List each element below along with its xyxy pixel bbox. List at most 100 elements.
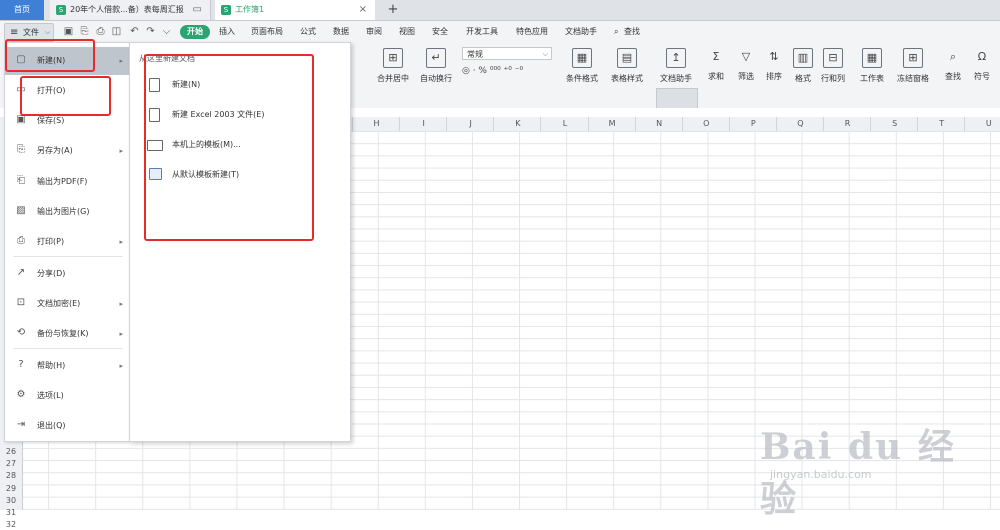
row-header-28[interactable]: 28 [0,470,22,481]
file-menu-item-label: 另存为(A) [37,146,73,155]
row-header-32[interactable]: 32 [0,519,22,530]
file-menu-item-11[interactable]: ⚙ 选项(L) [5,382,129,410]
row-header-29[interactable]: 29 [0,483,22,494]
chevron-right-icon: ▸ [119,57,123,65]
undo-icon[interactable]: ↶ [128,25,141,38]
sort-icon: ⇅ [769,50,779,63]
column-header-p[interactable]: P [728,117,777,131]
row-col-icon: ⊟ [823,48,843,68]
wrap-text-button[interactable]: ↵ 自动换行 [416,48,456,84]
file-menu-item-label: 选项(L) [37,391,64,400]
tab-developer[interactable]: 开发工具 [466,25,498,39]
symbol-button[interactable]: Ω 符号 [962,48,1000,82]
omega-icon: Ω [977,50,987,63]
tab-formula[interactable]: 公式 [300,25,316,39]
format-icon: ▥ [793,48,813,68]
tab-special-apps[interactable]: 特色应用 [516,25,548,39]
file-menu-item-9[interactable]: ⟲ 备份与恢复(K) ▸ [5,320,129,348]
tab-speech-bubble-icon[interactable]: ▭ [193,0,202,20]
doc-helper-icon: ↥ [666,48,686,68]
share-icon: ↗ [16,267,26,278]
column-header-n[interactable]: N [634,117,683,131]
column-header-h[interactable]: H [352,117,400,131]
merge-center-button[interactable]: ⊞ 合并居中 [373,48,413,84]
freeze-panes-label: 冻结窗格 [897,74,929,83]
file-menu-item-10[interactable]: ? 帮助(H) ▸ [5,352,129,380]
annotation-box-new [5,39,95,72]
column-header-i[interactable]: I [399,117,447,131]
file-menu-item-5[interactable]: ▨ 输出为图片(G) [5,198,129,226]
number-format-value: 常规 [467,50,483,59]
column-header-t[interactable]: T [917,117,965,131]
menu-divider [13,348,123,349]
tab-find[interactable]: 查找 [624,25,640,39]
file-menu-item-12[interactable]: ⇥ 退出(Q) [5,412,129,440]
table-style-button[interactable]: ▤ 表格样式 [607,48,647,84]
close-icon[interactable]: × [359,0,367,20]
number-format-select[interactable]: 常规 ⌵ [462,47,552,60]
tab-view[interactable]: 视图 [399,25,415,39]
file-menu-item-label: 输出为图片(G) [37,207,90,216]
wrap-text-label: 自动换行 [420,74,452,83]
exit-icon: ⇥ [16,419,26,430]
table-style-label: 表格样式 [611,74,643,83]
row-header-31[interactable]: 31 [0,507,22,518]
column-header-o[interactable]: O [681,117,730,131]
tab-workbook-label: 工作簿1 [235,5,265,14]
chevron-right-icon: ▸ [119,238,123,246]
file-menu-item-label: 分享(D) [37,269,66,278]
watermark-url: jingyan.baidu.com [770,468,872,481]
worksheet-label: 工作表 [860,74,884,83]
tab-review[interactable]: 审阅 [366,25,382,39]
number-format-buttons[interactable]: ◎ · % ⁰⁰⁰ ⁺⁰ ⁻⁰ [462,66,523,76]
tab-workbook[interactable]: S 工作簿1 × [215,0,375,20]
file-menu-item-4[interactable]: ⎗ 输出为PDF(F) [5,168,129,196]
conditional-format-button[interactable]: ▦ 条件格式 [562,48,602,84]
tab-security[interactable]: 安全 [432,25,448,39]
row-header-27[interactable]: 27 [0,458,22,469]
tab-start[interactable]: 开始 [180,25,210,39]
redo-icon[interactable]: ↷ [144,25,157,38]
save-as-icon: ⎘ [17,144,25,155]
menu-bar: ≡ 文件 ⌵ ▣ ⎘ ⎙ ◫ ↶ ↷ ⌵ 开始 插入 页面布局 公式 数据 审阅… [0,21,1000,42]
conditional-format-icon: ▦ [572,48,592,68]
freeze-panes-button[interactable]: ⊞ 冻结窗格 [893,48,933,84]
row-header-26[interactable]: 26 [0,446,22,457]
tab-insert[interactable]: 插入 [219,25,235,39]
row-col-button[interactable]: ⊟ 行和列 [813,48,853,84]
column-header-s[interactable]: S [870,117,918,131]
file-menu-item-label: 备份与恢复(K) [37,329,89,338]
backup-icon: ⟲ [16,327,26,338]
file-menu-item-8[interactable]: ⊡ 文档加密(E) ▸ [5,290,129,318]
tab-data[interactable]: 数据 [333,25,349,39]
search-icon[interactable]: ⌕ [614,25,618,39]
tab-document-1[interactable]: S 20年个人借款...备）表每周汇报 ▭ [50,0,211,20]
file-menu-item-6[interactable]: ⎙ 打印(P) ▸ [5,228,129,256]
pdf-icon: ⎗ [17,175,25,186]
column-header-l[interactable]: L [540,117,588,131]
column-header-j[interactable]: J [446,117,494,131]
freeze-icon: ⊞ [903,48,923,68]
dropdown-icon[interactable]: ⌵ [160,25,173,38]
tab-home[interactable]: 首页 [0,0,44,20]
column-header-r[interactable]: R [823,117,871,131]
print-icon[interactable]: ⎙ [94,25,107,38]
tab-doc-helper[interactable]: 文档助手 [565,25,597,39]
tab-document-1-label: 20年个人借款...备）表每周汇报 [70,5,184,14]
column-header-k[interactable]: K [493,117,541,131]
row-header-30[interactable]: 30 [0,495,22,506]
file-menu-item-label: 帮助(H) [37,361,66,370]
column-header-u[interactable]: U [964,117,1000,131]
worksheet-button[interactable]: ▦ 工作表 [852,48,892,84]
preview-icon[interactable]: ◫ [110,25,123,38]
file-menu-item-3[interactable]: ⎘ 另存为(A) ▸ [5,137,129,165]
symbol-label: 符号 [974,72,990,81]
save-icon[interactable]: ▣ [62,25,75,38]
export-icon[interactable]: ⎘ [78,25,91,38]
column-header-q[interactable]: Q [775,117,824,131]
doc-helper-button[interactable]: ↥ 文档助手 [656,48,696,84]
column-header-m[interactable]: M [587,117,636,131]
new-tab-button[interactable]: + [384,0,402,20]
file-menu-item-7[interactable]: ↗ 分享(D) [5,260,129,288]
tab-page-layout[interactable]: 页面布局 [251,25,283,39]
